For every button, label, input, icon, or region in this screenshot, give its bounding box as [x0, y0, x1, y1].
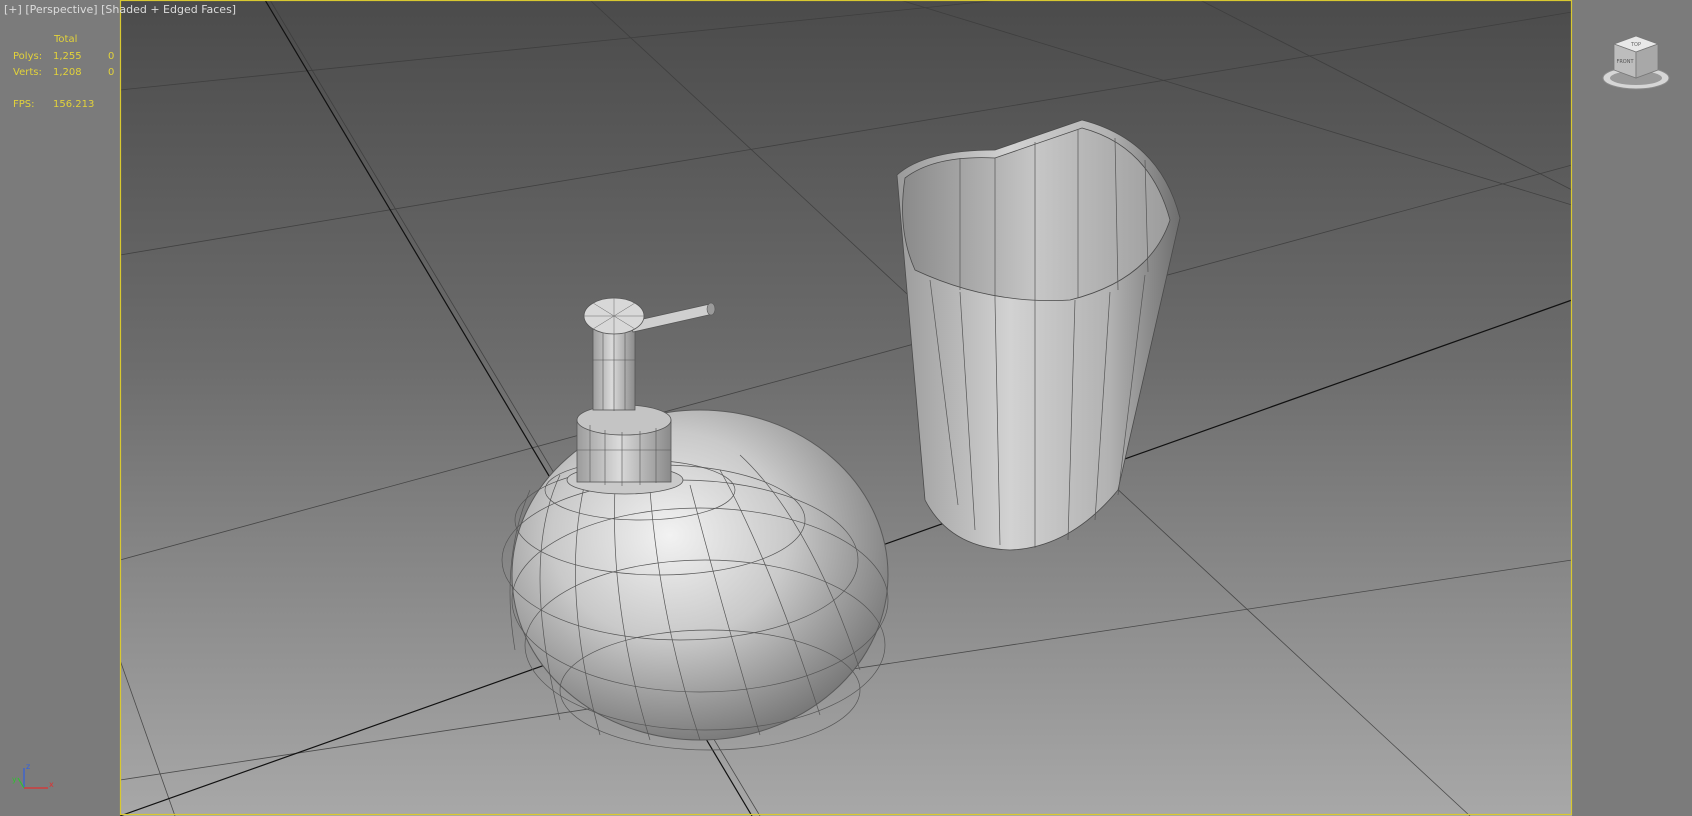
viewcube-icon[interactable]: TOP FRONT — [1600, 30, 1672, 94]
viewport-shading-button[interactable]: [Shaded + Edged Faces] — [101, 3, 236, 16]
viewcube-top-label: TOP — [1630, 42, 1641, 48]
verts-label: Verts: — [13, 67, 42, 78]
axis-y-label: y — [12, 775, 17, 784]
viewcube-front-label: FRONT — [1616, 59, 1634, 65]
verts-selected-value: 0 — [108, 67, 115, 78]
fps-value: 156.213 — [53, 99, 95, 110]
polys-selected-value: 0 — [108, 51, 115, 62]
viewport-label: [+] [Perspective] [Shaded + Edged Faces] — [4, 4, 236, 16]
viewport-canvas[interactable] — [0, 0, 1692, 816]
axis-tripod-icon: z y x — [12, 762, 54, 789]
verts-value: 1,208 — [53, 67, 82, 78]
viewport-menu-button[interactable]: [+] — [4, 3, 22, 16]
viewport-view-button[interactable]: [Perspective] — [25, 3, 97, 16]
fps-label: FPS: — [13, 99, 35, 110]
polys-value: 1,255 — [53, 51, 82, 62]
axis-z-label: z — [26, 762, 30, 771]
polys-label: Polys: — [13, 51, 43, 62]
stats-header: Total — [54, 34, 78, 45]
axis-x-label: x — [49, 780, 54, 789]
